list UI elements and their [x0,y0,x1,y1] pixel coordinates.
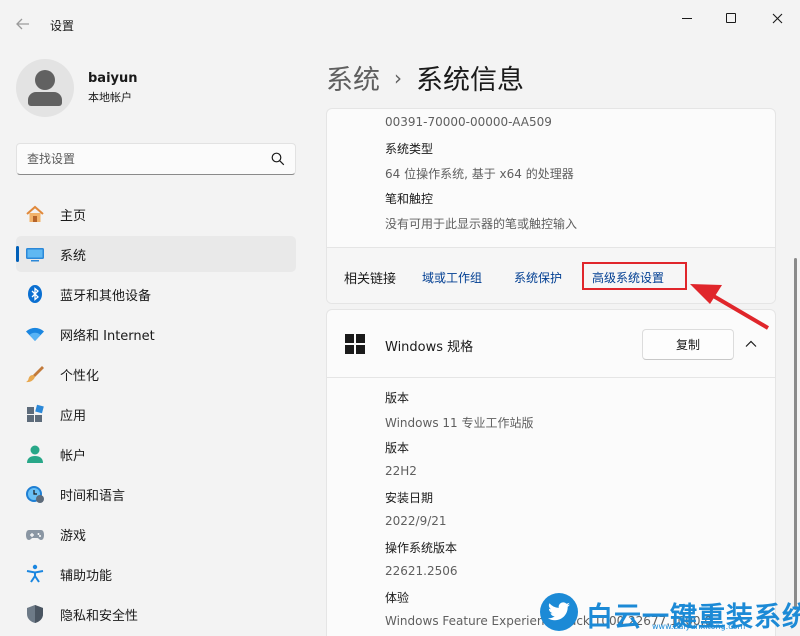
windows-specs-title: Windows 规格 [385,340,474,355]
back-button[interactable] [8,9,38,39]
close-icon [772,13,782,23]
account-type: 本地帐户 [88,91,132,104]
highlight-box [582,262,687,290]
home-icon [25,204,45,224]
apps-icon [25,404,45,424]
account-icon [25,444,45,464]
sidebar-item-time-language[interactable]: 时间和语言 [16,476,296,512]
sidebar-item-gaming[interactable]: 游戏 [16,516,296,552]
sidebar-item-label: 帐户 [60,448,87,464]
breadcrumb: 系统 › 系统信息 [326,58,524,97]
red-arrow-annotation [690,284,770,330]
sidebar-item-label: 主页 [60,208,87,224]
accessibility-icon [25,564,45,584]
product-id-value: 00391-70000-00000-AA509 [385,115,552,129]
experience-label: 体验 [385,591,410,605]
edition-value: Windows 11 专业工作站版 [385,416,534,430]
maximize-button[interactable] [708,0,754,36]
related-links-title: 相关链接 [344,272,397,287]
time-language-icon [25,484,45,504]
pen-touch-label: 笔和触控 [385,192,434,206]
sidebar-item-privacy[interactable]: 隐私和安全性 [16,596,296,632]
scrollbar-thumb[interactable] [794,258,797,610]
breadcrumb-parent[interactable]: 系统 [326,58,380,97]
twitter-bird-icon [540,593,578,631]
sidebar-item-label: 时间和语言 [60,488,126,504]
back-arrow-icon [16,18,29,30]
pen-touch-value: 没有可用于此显示器的笔或触控输入 [385,217,578,231]
brush-icon [25,364,45,384]
watermark-url: www.baiyunxitong.com [652,622,746,631]
breadcrumb-separator: › [394,65,402,90]
minimize-icon [682,17,692,19]
maximize-icon [726,13,736,23]
os-build-label: 操作系统版本 [385,541,458,555]
sidebar-item-label: 辅助功能 [60,568,113,584]
close-button[interactable] [754,0,800,36]
gamepad-icon [25,524,45,544]
sidebar-item-accounts[interactable]: 帐户 [16,436,296,472]
install-date-label: 安装日期 [385,491,434,505]
user-profile[interactable]: baiyun 本地帐户 [16,59,138,117]
watermark: 白云一键重装系统 www.baiyunxitong.com [540,592,800,636]
chevron-up-icon[interactable] [745,338,757,350]
shield-icon [25,604,45,624]
avatar [16,59,74,117]
sidebar-item-apps[interactable]: 应用 [16,396,296,432]
search-icon[interactable] [271,152,285,166]
version-label: 版本 [385,441,410,455]
system-icon [25,244,45,264]
system-type-label: 系统类型 [385,142,434,156]
title-bar: 设置 [0,0,800,44]
domain-workgroup-link[interactable]: 域或工作组 [422,269,482,286]
sidebar-item-label: 系统 [60,248,87,264]
sidebar-item-home[interactable]: 主页 [16,196,296,232]
sidebar-item-personalization[interactable]: 个性化 [16,356,296,392]
system-protection-link[interactable]: 系统保护 [514,269,562,286]
sidebar-item-label: 个性化 [60,368,100,384]
sidebar-item-label: 隐私和安全性 [60,608,139,624]
sidebar-item-label: 网络和 Internet [60,328,155,344]
user-name: baiyun [88,71,138,86]
version-value: 22H2 [385,464,417,478]
minimize-button[interactable] [664,0,710,36]
sidebar-item-label: 游戏 [60,528,87,544]
edition-label: 版本 [385,391,410,405]
windows-logo-icon [345,334,365,354]
sidebar-nav: 主页 系统 蓝牙和其他设备 网络和 Internet 个性化 应用 帐户 时间和… [16,196,296,636]
device-specs-list: 00391-70000-00000-AA509 系统类型 64 位操作系统, 基… [327,109,775,247]
bluetooth-icon [25,284,45,304]
windows-specs-card: Windows 规格 复制 版本 Windows 11 专业工作站版 版本 22… [326,309,776,636]
install-date-value: 2022/9/21 [385,514,447,528]
sidebar-item-accessibility[interactable]: 辅助功能 [16,556,296,592]
sidebar-item-network[interactable]: 网络和 Internet [16,316,296,352]
sidebar-item-label: 蓝牙和其他设备 [60,288,152,304]
app-title: 设置 [50,19,75,33]
os-build-value: 22621.2506 [385,564,458,578]
system-type-value: 64 位操作系统, 基于 x64 的处理器 [385,167,574,181]
wifi-icon [25,324,45,344]
search-box[interactable] [16,143,296,175]
search-input[interactable] [27,150,267,168]
page-title: 系统信息 [416,65,524,96]
sidebar-item-bluetooth[interactable]: 蓝牙和其他设备 [16,276,296,312]
sidebar-item-label: 应用 [60,408,87,424]
sidebar-item-system[interactable]: 系统 [16,236,296,272]
